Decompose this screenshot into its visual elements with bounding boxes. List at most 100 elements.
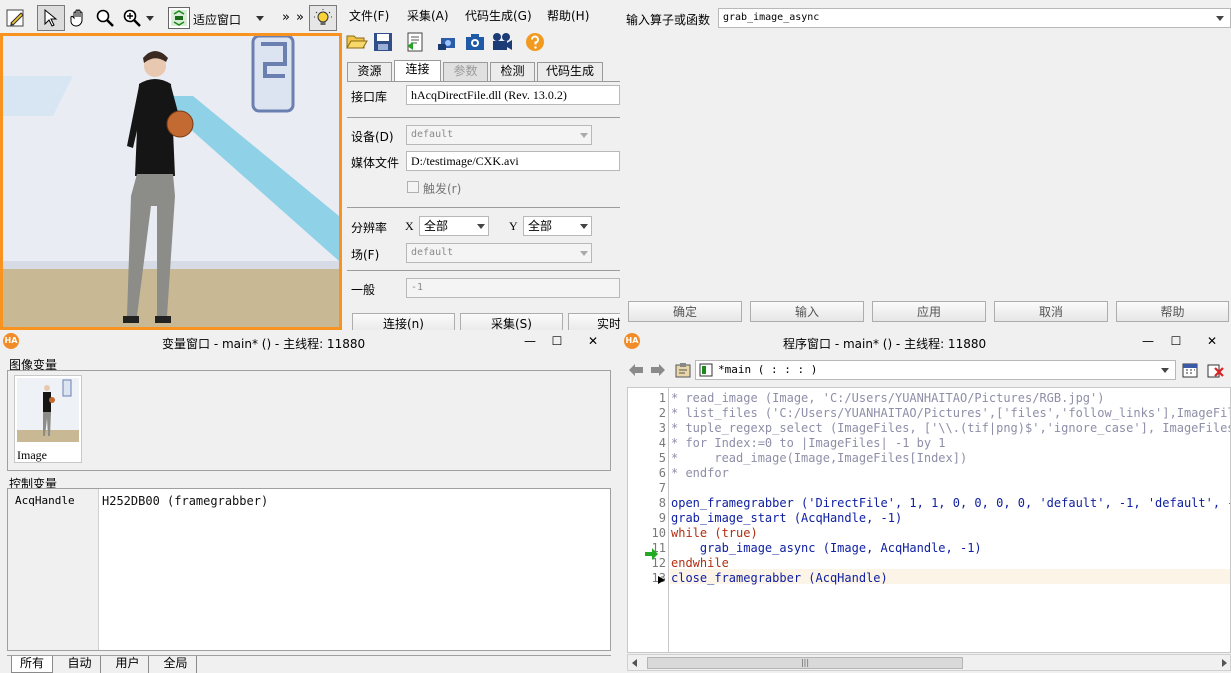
interface-field[interactable]: hAcqDirectFile.dll (Rev. 13.0.2) — [406, 85, 620, 105]
maximize-icon[interactable]: ☐ — [1169, 334, 1183, 348]
tab-inspect[interactable]: 检测 — [490, 62, 535, 81]
resolution-x-select[interactable]: 全部 — [419, 216, 489, 236]
fit-dropdown-icon[interactable] — [255, 14, 265, 22]
chevron-down-icon — [580, 251, 588, 256]
code-line[interactable]: 8 open_framegrabber ('DirectFile', 1, 1, … — [628, 496, 1230, 511]
line-number: 6 — [658, 466, 666, 480]
device-select[interactable]: default — [406, 125, 592, 145]
control-variable-value[interactable]: H252DB00 (framegrabber) — [102, 494, 268, 508]
procedure-select[interactable]: *main ( : : : ) — [695, 360, 1176, 380]
close-icon[interactable]: ✕ — [586, 334, 600, 348]
magnifier-icon[interactable] — [93, 6, 117, 30]
lightbulb-icon[interactable] — [309, 5, 337, 31]
control-variable-name[interactable]: AcqHandle — [15, 494, 75, 507]
back-arrow-icon[interactable] — [627, 361, 645, 379]
save-icon[interactable] — [371, 30, 395, 54]
live-button[interactable]: 实时 — [568, 313, 620, 330]
live-video-icon[interactable] — [489, 30, 515, 54]
tab-user[interactable]: 用户 — [107, 656, 149, 673]
toolbar-overflow-2[interactable]: » — [296, 10, 304, 25]
code-line[interactable]: 10 while (true) — [628, 526, 1228, 541]
program-window-title: 程序窗口 - main* () - 主线程: 11880 — [783, 337, 987, 351]
operator-input[interactable]: grab_image_async — [718, 8, 1231, 28]
connect-button[interactable]: 连接(n) — [352, 313, 455, 330]
code-editor[interactable]: 1 * read_image (Image, 'C:/Users/YUANHAIT… — [627, 387, 1231, 653]
tab-resources[interactable]: 资源 — [347, 62, 392, 81]
code-line[interactable]: 12 endwhile — [628, 556, 1228, 571]
grab-button[interactable]: 采集(S) — [460, 313, 563, 330]
variable-window: HA 变量窗口 - main* () - 主线程: 11880 — ☐ ✕ 图像… — [0, 331, 620, 673]
tab-auto[interactable]: 自动 — [59, 656, 101, 673]
scroll-right-icon[interactable] — [1220, 659, 1228, 667]
minimize-icon[interactable]: — — [523, 334, 537, 348]
code-line[interactable]: 5 * read_image(Image,ImageFiles[Index]) — [628, 451, 1228, 466]
chevron-down-icon[interactable] — [145, 14, 155, 22]
help-icon[interactable] — [523, 30, 547, 54]
media-file-label: 媒体文件 — [351, 156, 400, 170]
code-export-icon[interactable] — [403, 30, 427, 54]
zoom-in-icon[interactable] — [119, 6, 145, 30]
image-display[interactable] — [0, 33, 342, 330]
resolution-y-value: 全部 — [528, 219, 553, 233]
media-file-field[interactable]: D:/testimage/CXK.avi — [406, 151, 620, 171]
help-button[interactable]: 帮助 — [1116, 301, 1229, 322]
forward-arrow-icon[interactable] — [649, 361, 667, 379]
tab-global[interactable]: 全局 — [155, 656, 197, 673]
tab-codegen[interactable]: 代码生成 — [537, 62, 603, 81]
image-thumbnail — [17, 378, 79, 442]
menu-codegen[interactable]: 代码生成(G) — [465, 7, 532, 24]
ok-button[interactable]: 确定 — [628, 301, 742, 322]
code-line[interactable]: 9 grab_image_start (AcqHandle, -1) — [628, 511, 1228, 526]
scroll-thumb[interactable]: ||| — [647, 657, 963, 669]
operator-input-value: grab_image_async — [723, 12, 820, 23]
pencil-icon[interactable] — [4, 6, 28, 30]
menu-file[interactable]: 文件(F) — [349, 7, 389, 24]
line-number: 9 — [658, 511, 666, 525]
code-line[interactable]: 3 * tuple_regexp_select (ImageFiles, ['\\… — [628, 421, 1230, 436]
toolbar-overflow[interactable]: » — [282, 10, 290, 25]
code-line[interactable]: 2 * list_files ('C:/Users/YUANHAITAO/Pict… — [628, 406, 1230, 421]
halcon-logo-icon: HA — [624, 333, 640, 349]
scroll-left-icon[interactable] — [631, 659, 639, 667]
menu-acquire[interactable]: 采集(A) — [407, 7, 449, 24]
clipboard-icon[interactable] — [673, 361, 693, 379]
menu-help[interactable]: 帮助(H) — [547, 7, 589, 24]
code-line[interactable]: 11 grab_image_async (Image, AcqHandle, -… — [628, 541, 1228, 556]
connect-camera-icon[interactable] — [435, 30, 459, 54]
fit-window-icon[interactable] — [168, 7, 190, 29]
field-select[interactable]: default — [406, 243, 592, 263]
general-field[interactable]: -1 — [406, 278, 620, 298]
code-line[interactable]: 13close_framegrabber (AcqHandle) — [628, 571, 1228, 586]
apply-button[interactable]: 应用 — [872, 301, 986, 322]
tab-all[interactable]: 所有 — [11, 656, 53, 673]
code-line[interactable]: 4 * for Index:=0 to |ImageFiles| -1 by 1 — [628, 436, 1228, 451]
cancel-button[interactable]: 取消 — [994, 301, 1108, 322]
enter-button[interactable]: 输入 — [750, 301, 864, 322]
trigger-checkbox[interactable] — [407, 181, 419, 193]
code-line[interactable]: 7 — [628, 481, 1228, 496]
code-line[interactable]: 6 * endfor — [628, 466, 1228, 481]
fit-window-label[interactable]: 适应窗口 — [193, 11, 241, 28]
code-line[interactable]: 1 * read_image (Image, 'C:/Users/YUANHAIT… — [628, 391, 1228, 406]
resolution-x-label: X — [405, 219, 414, 233]
tab-parameters[interactable]: 参数 — [443, 62, 488, 81]
line-number: 5 — [658, 451, 666, 465]
delete-icon[interactable] — [1204, 360, 1226, 380]
variable-window-title: 变量窗口 - main* () - 主线程: 11880 — [162, 337, 366, 351]
image-variable-item[interactable]: Image — [14, 375, 82, 463]
pointer-icon[interactable] — [37, 5, 65, 31]
close-icon[interactable]: ✕ — [1205, 334, 1219, 348]
resolution-y-select[interactable]: 全部 — [523, 216, 592, 236]
interface-label: 接口库 — [351, 90, 388, 104]
field-label: 场(F) — [351, 248, 380, 262]
snap-camera-icon[interactable] — [463, 30, 487, 54]
tab-connection[interactable]: 连接 — [394, 60, 441, 82]
calendar-icon[interactable] — [1179, 360, 1201, 380]
code-text: * endfor — [671, 466, 729, 480]
minimize-icon[interactable]: — — [1141, 334, 1155, 348]
open-folder-icon[interactable] — [345, 30, 369, 54]
horizontal-scrollbar[interactable]: ||| — [627, 654, 1231, 671]
line-number: 3 — [658, 421, 666, 435]
hand-icon[interactable] — [67, 6, 91, 30]
maximize-icon[interactable]: ☐ — [550, 334, 564, 348]
